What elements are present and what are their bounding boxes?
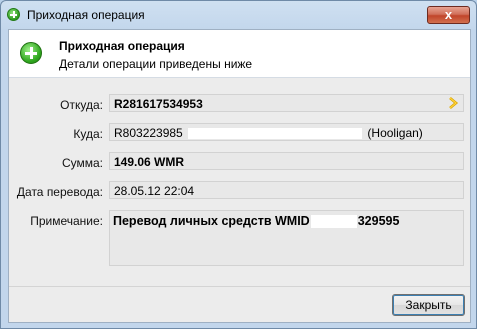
to-value-suffix: (Hooligan) <box>367 126 423 140</box>
divider <box>9 286 470 287</box>
close-button[interactable]: Закрыть <box>392 294 465 316</box>
date-label: Дата перевода: <box>16 185 103 199</box>
note-field[interactable]: Перевод личных средств WMID 329595 <box>109 210 464 266</box>
title-bar[interactable]: Приходная операция x <box>1 1 476 29</box>
from-field[interactable]: R281617534953 <box>109 94 464 112</box>
to-value-prefix: R803223985 <box>114 126 183 140</box>
from-label: Откуда: <box>60 98 103 112</box>
note-value-suffix: 329595 <box>357 214 400 228</box>
redacted-area <box>188 128 363 140</box>
window-close-button[interactable]: x <box>427 6 470 24</box>
note-label: Примечание: <box>30 214 103 228</box>
header-title: Приходная операция <box>59 39 185 53</box>
dialog-content: Приходная операция Детали операции приве… <box>8 29 471 323</box>
redacted-area <box>310 215 357 229</box>
amount-field[interactable]: 149.06 WMR <box>109 152 464 170</box>
from-value: R281617534953 <box>114 97 203 111</box>
header-subtitle: Детали операции приведены ниже <box>59 57 253 71</box>
chevron-right-icon[interactable] <box>447 97 459 109</box>
header-panel: Приходная операция Детали операции приве… <box>9 30 470 78</box>
dialog-window: Приходная операция x Приходная операция … <box>0 0 477 329</box>
note-value-prefix: Перевод личных средств WMID <box>113 214 310 228</box>
date-value: 28.05.12 22:04 <box>114 184 195 198</box>
window-title: Приходная операция <box>27 8 145 22</box>
amount-label: Сумма: <box>61 156 103 170</box>
plus-circle-icon <box>20 42 42 64</box>
date-field[interactable]: 28.05.12 22:04 <box>109 181 464 199</box>
amount-value: 149.06 WMR <box>114 155 185 169</box>
to-label: Куда: <box>73 127 103 141</box>
to-field[interactable]: R803223985 (Hooligan) <box>109 123 464 141</box>
plus-circle-icon <box>7 8 20 21</box>
